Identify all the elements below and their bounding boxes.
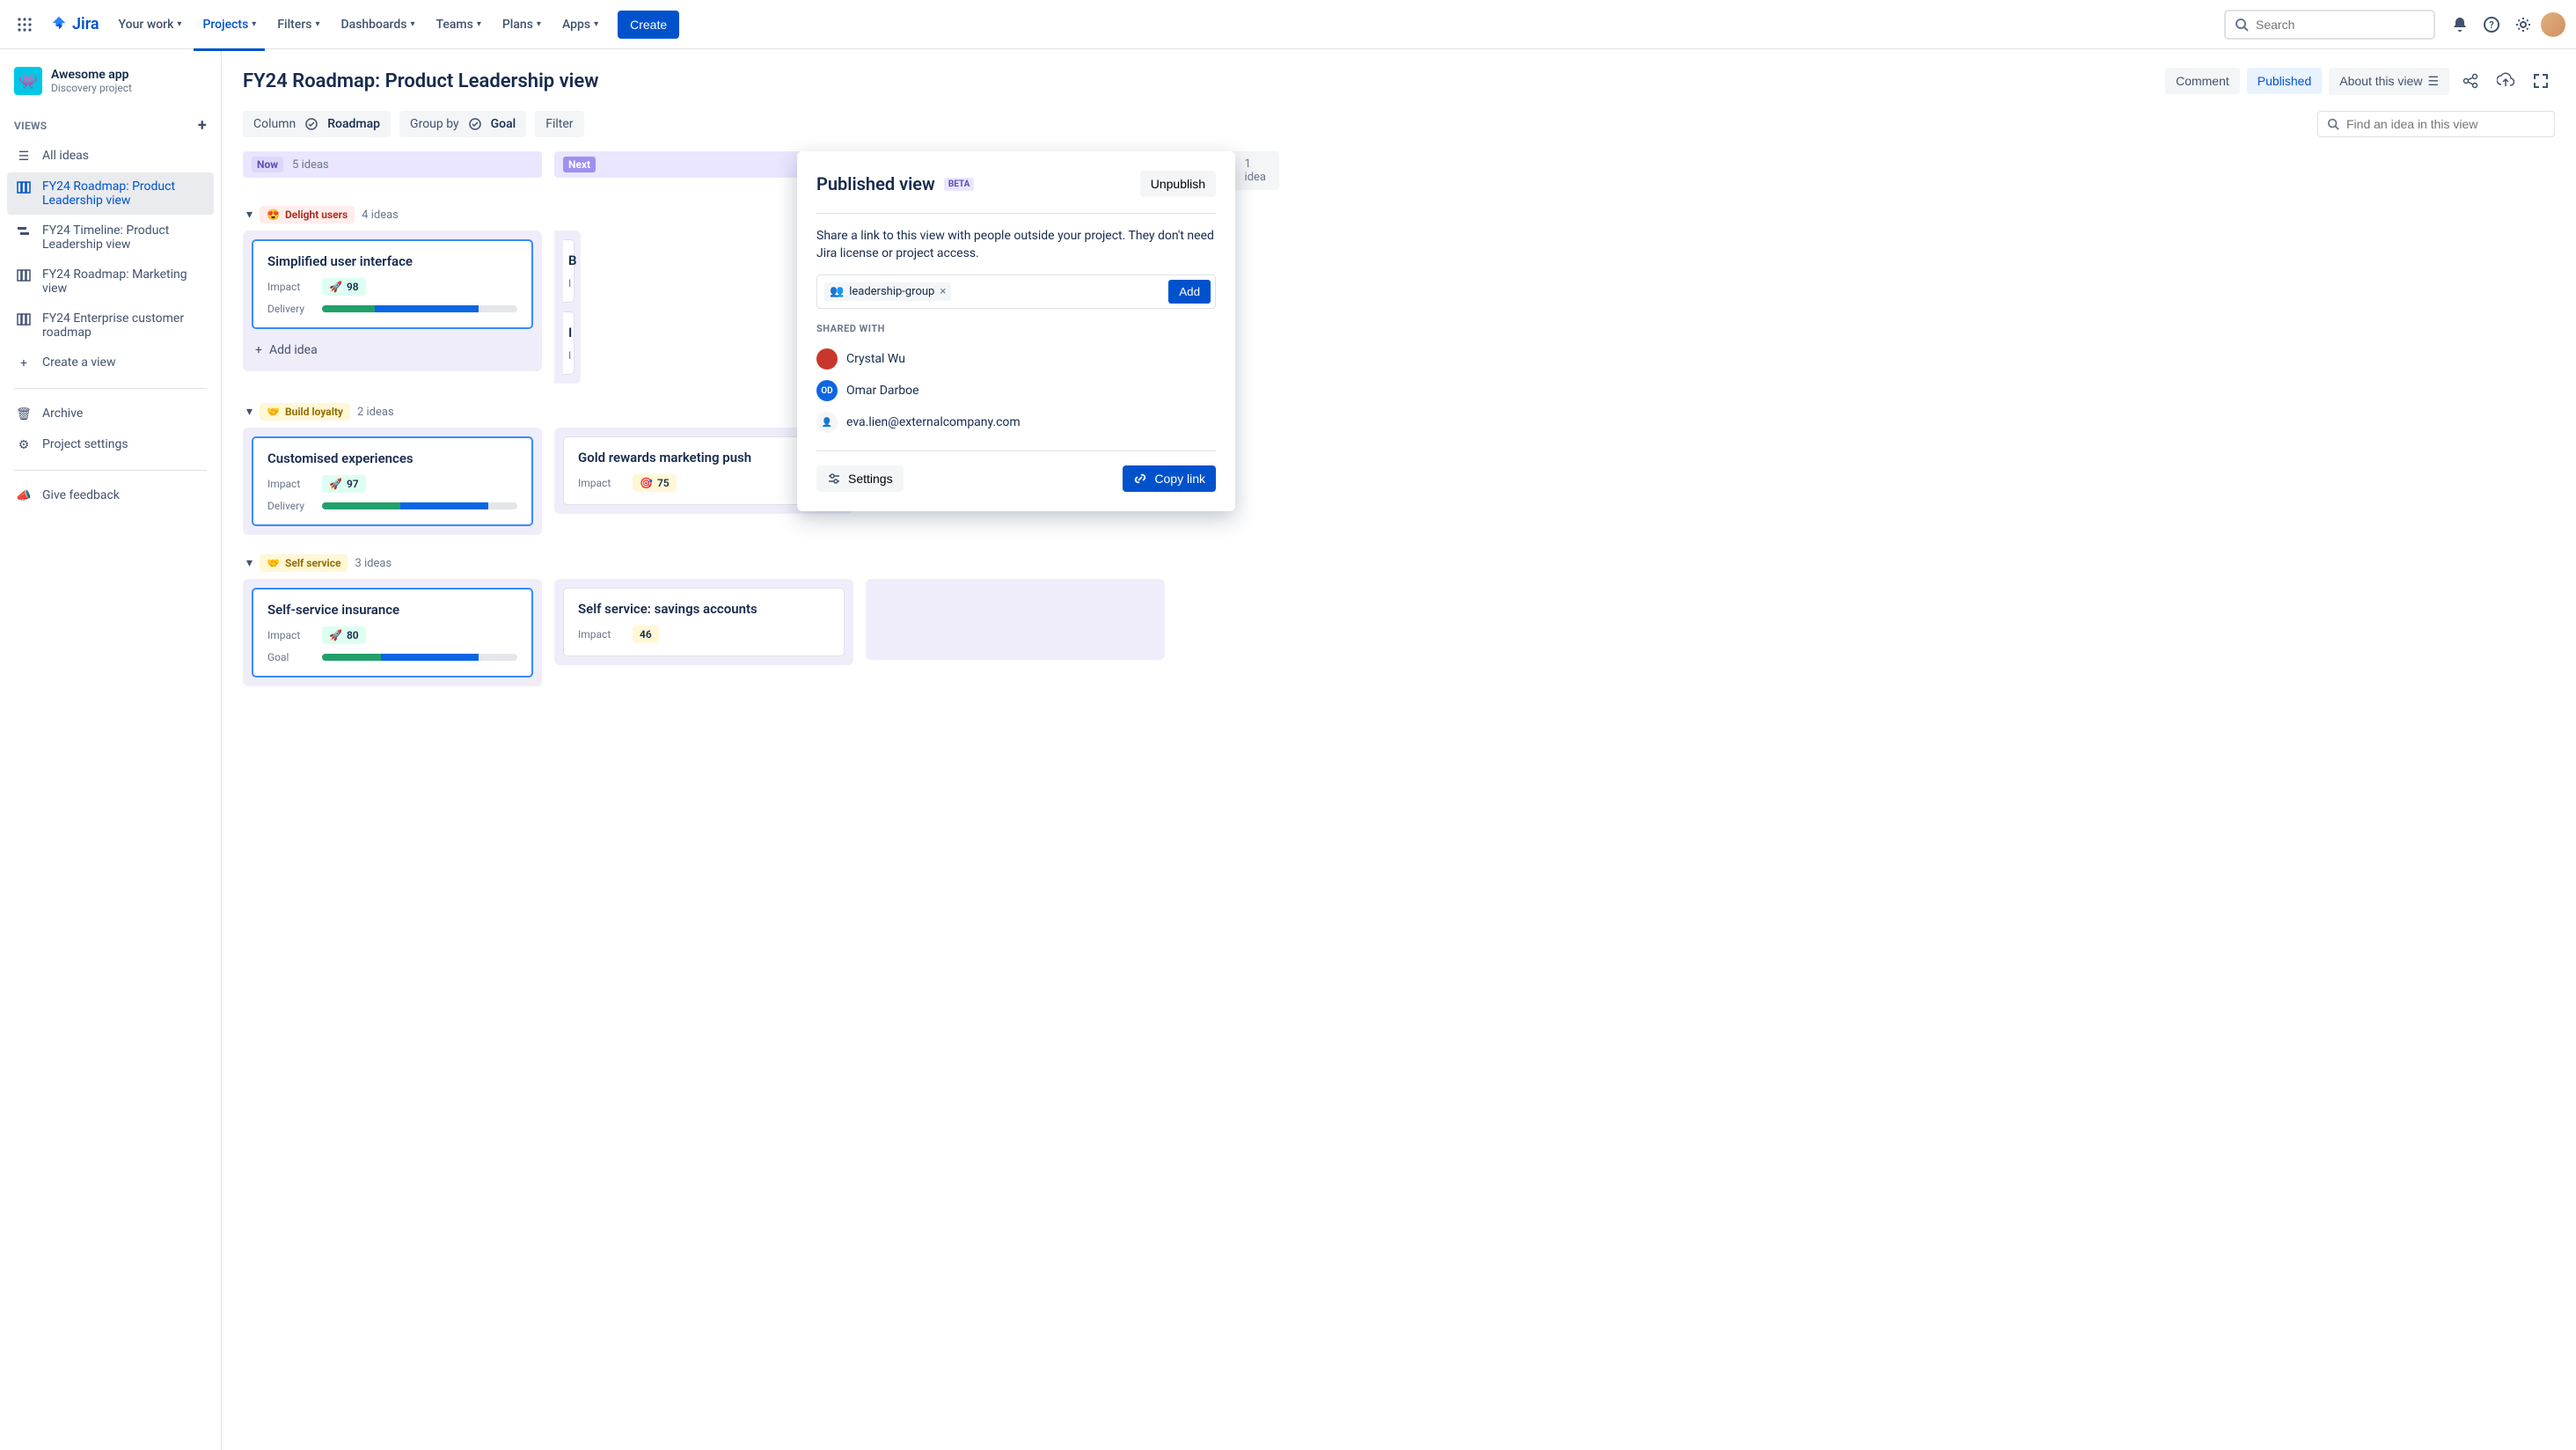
- unpublish-button[interactable]: Unpublish: [1140, 171, 1216, 197]
- board-icon: [16, 311, 32, 326]
- export-icon[interactable]: [2492, 67, 2520, 95]
- app-switcher-icon[interactable]: [11, 11, 39, 39]
- group-delight-users[interactable]: 😍Delight users: [260, 206, 355, 223]
- collapse-icon[interactable]: ▾: [246, 556, 252, 570]
- nav-filters[interactable]: Filters▾: [268, 11, 328, 39]
- delivery-bar: [322, 502, 517, 509]
- nav-apps[interactable]: Apps▾: [553, 11, 607, 39]
- board-icon: [16, 267, 32, 282]
- published-view-popover: Published view BETA Unpublish Share a li…: [797, 151, 1235, 511]
- timeline-icon: [16, 223, 32, 238]
- find-idea[interactable]: [2317, 111, 2555, 137]
- sidebar-give-feedback[interactable]: 📣Give feedback: [7, 481, 214, 510]
- add-view-icon[interactable]: +: [198, 116, 207, 135]
- fullscreen-icon[interactable]: [2527, 67, 2555, 95]
- filter-pill[interactable]: Filter: [535, 111, 583, 137]
- shared-with-label: SHARED WITH: [816, 323, 1216, 334]
- find-input[interactable]: [2346, 117, 2545, 131]
- svg-text:?: ?: [2489, 19, 2494, 31]
- about-view-button[interactable]: About this view☰: [2329, 68, 2449, 95]
- nav-dashboards[interactable]: Dashboards▾: [333, 11, 424, 39]
- popover-description: Share a link to this view with people ou…: [816, 228, 1216, 262]
- popover-title: Published view: [816, 173, 935, 194]
- sidebar-fy24-roadmap-pl[interactable]: FY24 Roadmap: Product Leadership view: [7, 172, 214, 215]
- megaphone-icon: 📣: [16, 488, 32, 503]
- idea-card[interactable]: Customised experiences Impact🚀97 Deliver…: [252, 436, 533, 526]
- sidebar-archive[interactable]: 🗑Archive: [7, 399, 214, 428]
- create-button[interactable]: Create: [618, 11, 679, 39]
- project-name: Awesome app: [51, 68, 132, 82]
- add-button[interactable]: Add: [1168, 280, 1211, 304]
- idea-card[interactable]: Simplified user interface Impact🚀98 Deli…: [252, 239, 533, 329]
- gear-icon: ⚙: [16, 437, 32, 452]
- nav-projects[interactable]: Projects▾: [194, 11, 265, 39]
- group-icon: 👥: [830, 285, 844, 298]
- sidebar-project-settings[interactable]: ⚙Project settings: [7, 430, 214, 459]
- shared-person: Crystal Wu: [816, 343, 1216, 375]
- sidebar-all-ideas[interactable]: ☰All ideas: [7, 142, 214, 171]
- nav-teams[interactable]: Teams▾: [428, 11, 490, 39]
- goal-bar: [322, 654, 517, 661]
- search-icon: [2327, 118, 2339, 130]
- idea-card[interactable]: B I: [563, 239, 574, 303]
- group-chip[interactable]: 👥 leadership-group ×: [824, 282, 951, 301]
- archive-icon: 🗑: [16, 406, 32, 421]
- group-build-loyalty[interactable]: 🤝Build loyalty: [260, 403, 350, 421]
- nav-your-work[interactable]: Your work▾: [110, 11, 191, 39]
- user-avatar[interactable]: [2541, 12, 2565, 37]
- column-now[interactable]: Now 5 ideas: [243, 151, 542, 178]
- help-icon[interactable]: ?: [2477, 11, 2506, 39]
- add-idea-button[interactable]: +Add idea: [252, 338, 533, 362]
- nav-plans[interactable]: Plans▾: [494, 11, 550, 39]
- group-self-service[interactable]: 🤝Self service: [260, 554, 348, 572]
- collapse-icon[interactable]: ▾: [246, 208, 252, 222]
- column-filter[interactable]: Column Roadmap: [243, 111, 391, 137]
- views-heading: VIEWS: [14, 120, 48, 132]
- page-title: FY24 Roadmap: Product Leadership view: [243, 70, 2158, 92]
- idea-card[interactable]: Self-service insurance Impact🚀80 Goal: [252, 588, 533, 677]
- global-search[interactable]: [2224, 10, 2435, 40]
- delivery-bar: [322, 305, 517, 312]
- plus-icon: +: [255, 343, 262, 357]
- remove-chip-icon[interactable]: ×: [940, 285, 946, 298]
- menu-icon: ☰: [2427, 74, 2439, 89]
- beta-badge: BETA: [944, 178, 975, 191]
- link-icon: [1133, 472, 1147, 486]
- published-button[interactable]: Published: [2247, 68, 2323, 94]
- idea-card[interactable]: Self service: savings accounts Impact46: [563, 588, 845, 656]
- sidebar-fy24-roadmap-mkt[interactable]: FY24 Roadmap: Marketing view: [7, 260, 214, 303]
- comment-button[interactable]: Comment: [2165, 68, 2240, 94]
- project-subtitle: Discovery project: [51, 82, 132, 94]
- search-input[interactable]: [2256, 18, 2425, 32]
- copy-link-button[interactable]: Copy link: [1123, 465, 1216, 492]
- popover-settings-button[interactable]: Settings: [816, 465, 904, 492]
- board-icon: [16, 179, 32, 194]
- idea-card[interactable]: I I: [563, 311, 574, 375]
- shared-person: 👤 eva.lien@externalcompany.com: [816, 406, 1216, 438]
- check-circle-icon: [304, 117, 318, 131]
- project-icon: 👾: [14, 67, 42, 95]
- jira-logo[interactable]: Jira: [42, 15, 106, 34]
- search-icon: [2235, 18, 2249, 32]
- plus-icon: +: [16, 355, 32, 370]
- groupby-filter[interactable]: Group by Goal: [399, 111, 526, 137]
- sliders-icon: [827, 472, 841, 486]
- share-input[interactable]: 👥 leadership-group × Add: [816, 275, 1216, 309]
- collapse-icon[interactable]: ▾: [246, 405, 252, 419]
- sidebar: 👾 Awesome app Discovery project VIEWS + …: [0, 49, 222, 1450]
- settings-icon[interactable]: [2509, 11, 2537, 39]
- logo-text: Jira: [72, 15, 99, 33]
- check-circle-icon: [468, 117, 482, 131]
- avatar: OD: [816, 380, 838, 401]
- sidebar-fy24-enterprise[interactable]: FY24 Enterprise customer roadmap: [7, 304, 214, 347]
- list-icon: ☰: [16, 149, 32, 164]
- share-icon[interactable]: [2456, 67, 2485, 95]
- notifications-icon[interactable]: [2446, 11, 2474, 39]
- avatar: [816, 348, 838, 370]
- sidebar-create-view[interactable]: +Create a view: [7, 348, 214, 377]
- person-icon: 👤: [816, 412, 838, 433]
- sidebar-fy24-timeline-pl[interactable]: FY24 Timeline: Product Leadership view: [7, 216, 214, 259]
- shared-person: OD Omar Darboe: [816, 375, 1216, 406]
